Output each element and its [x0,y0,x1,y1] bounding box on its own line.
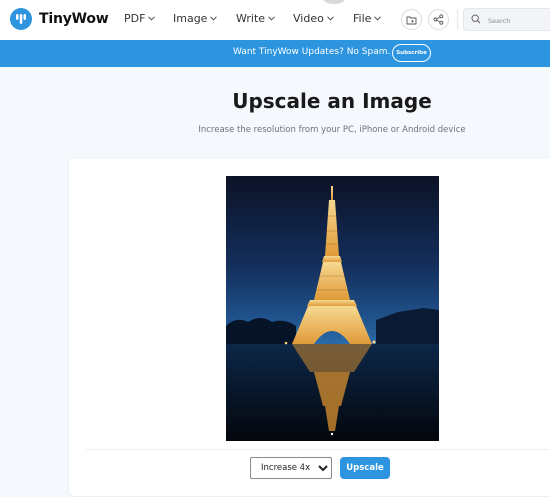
chevron-down-icon [326,16,334,21]
nav-item-label: Write [236,12,266,25]
header-divider [457,9,458,30]
updates-banner: Want TinyWow Updates? No Spam. [0,40,550,67]
folder-icon [406,16,417,24]
page-subtitle: Increase the resolution from your PC, iP… [198,125,466,135]
chevron-down-icon [210,16,218,21]
nav-item-video[interactable]: Video [293,12,334,25]
banner-text: Want TinyWow Updates? No Spam. [233,47,391,57]
nav-item-file[interactable]: File [353,12,382,25]
upscale-button[interactable]: Upscale [340,457,390,479]
search-icon [471,14,481,24]
folder-button[interactable] [401,9,422,30]
top-header: TinyWow PDF Image Write Video File [0,0,550,41]
nav-item-pdf[interactable]: PDF [124,12,156,25]
uploaded-image-preview [226,176,439,441]
logo[interactable]: TinyWow [10,8,109,30]
window-notch [320,0,348,4]
nav-item-label: File [353,12,372,25]
brand-name: TinyWow [39,11,109,27]
search-box[interactable] [463,8,550,31]
upscale-factor-select[interactable]: Increase 4x [250,457,332,479]
chevron-down-icon [374,16,382,21]
search-input[interactable] [486,12,550,29]
chevron-down-icon [148,16,156,21]
share-button[interactable] [428,9,449,30]
tinywow-logo-icon [10,8,32,30]
nav-item-label: Image [173,12,208,25]
page-title: Upscale an Image [232,89,432,113]
chevron-down-icon [268,16,275,21]
nav-item-label: Video [293,12,324,25]
card-divider [86,449,550,450]
nav-item-image[interactable]: Image [173,12,218,25]
nav-item-label: PDF [124,12,146,25]
nav-item-write[interactable]: Write [236,12,275,25]
subscribe-button[interactable]: Subscribe [392,44,431,62]
share-icon [433,14,444,25]
